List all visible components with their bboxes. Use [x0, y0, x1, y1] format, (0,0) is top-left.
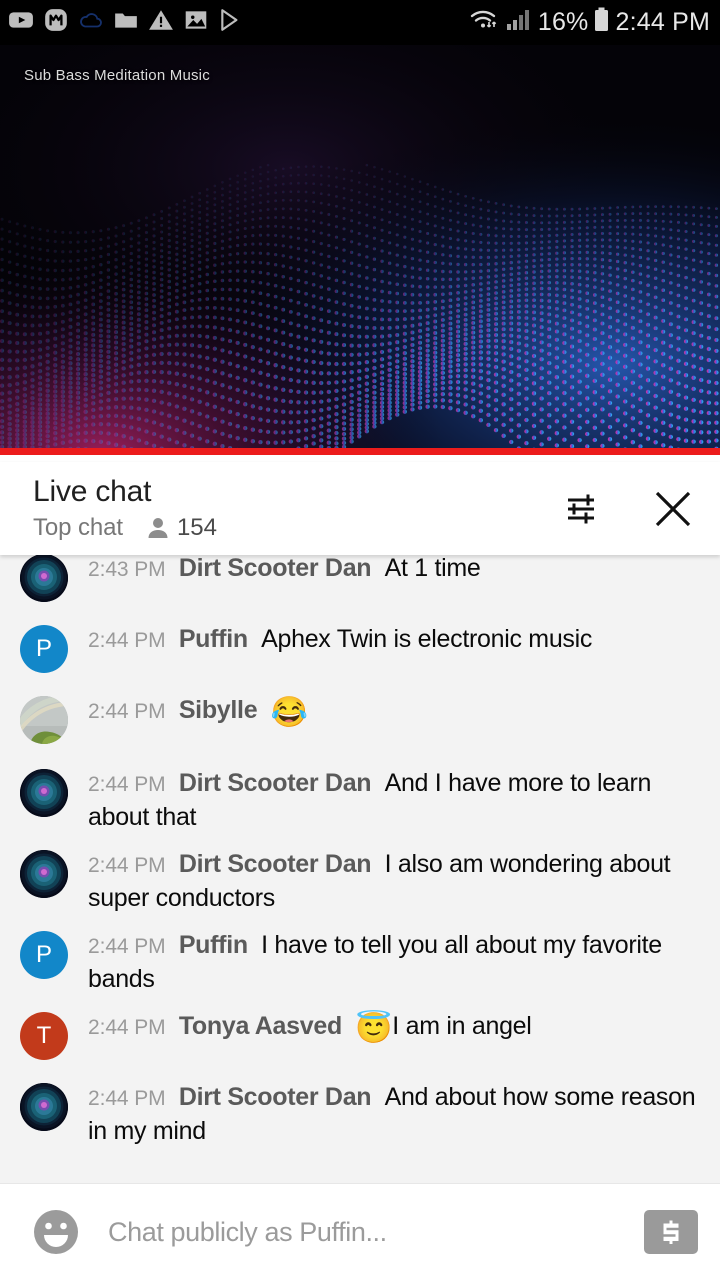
chat-message-body: 2:44 PM Puffin Aphex Twin is electronic …: [88, 622, 702, 657]
chat-settings-icon[interactable]: [560, 486, 606, 532]
avatar-wrap: P: [0, 622, 88, 673]
chat-message-author[interactable]: Dirt Scooter Dan: [179, 769, 372, 797]
chat-message-row[interactable]: 2:43 PM Dirt Scooter Dan At 1 time: [0, 555, 720, 602]
chat-message-text: I am in angel: [392, 1012, 532, 1040]
chat-message-body: 2:44 PM Dirt Scooter Dan I also am wonde…: [88, 847, 702, 914]
warning-icon: [148, 7, 174, 38]
chat-message-author[interactable]: Tonya Aasved: [179, 1012, 342, 1040]
chat-message-row[interactable]: P 2:44 PM Puffin Aphex Twin is electronic…: [0, 622, 720, 673]
video-title: Sub Bass Meditation Music: [24, 67, 210, 84]
avatar[interactable]: [20, 696, 68, 744]
super-chat-dollar-icon[interactable]: [644, 1210, 698, 1254]
page-title: Live chat: [33, 474, 152, 508]
battery-percent-label: 16%: [537, 8, 589, 36]
chat-input-bar: [0, 1183, 720, 1280]
chat-message-row[interactable]: 2:44 PM Dirt Scooter Dan And I have more…: [0, 766, 720, 833]
avatar[interactable]: P: [20, 931, 68, 979]
chat-message-text: At 1 time: [384, 555, 481, 582]
chat-message-timestamp: 2:44 PM: [88, 773, 166, 796]
video-player[interactable]: Sub Bass Meditation Music: [0, 45, 720, 455]
cell-signal-icon: [505, 7, 533, 38]
chat-message-author[interactable]: Dirt Scooter Dan: [179, 850, 372, 878]
chat-message-text: I also am wondering about super conducto…: [88, 850, 671, 912]
chat-message-row[interactable]: 2:44 PM Dirt Scooter Dan And about how s…: [0, 1080, 720, 1147]
chat-message-emoji: 😇: [355, 1012, 393, 1045]
avatar[interactable]: [20, 769, 68, 817]
avatar-wrap: [0, 766, 88, 817]
avatar-wrap: [0, 555, 88, 602]
live-chat-header-actions: [560, 486, 696, 532]
live-chat-subheader: Top chat 154: [33, 514, 217, 542]
chat-message-timestamp: 2:43 PM: [88, 558, 166, 581]
avatar[interactable]: T: [20, 1012, 68, 1060]
avatar[interactable]: [20, 555, 68, 602]
person-icon: [148, 518, 168, 539]
viewer-count: 154: [176, 514, 217, 542]
avatar-wrap: P: [0, 928, 88, 979]
battery-icon: [593, 6, 610, 39]
chat-message-author[interactable]: Sibylle: [179, 696, 258, 724]
chat-message-body: 2:44 PM Sibylle 😂: [88, 693, 702, 728]
chat-message-timestamp: 2:44 PM: [88, 935, 166, 958]
chat-message-row[interactable]: 2:44 PM Sibylle 😂: [0, 693, 720, 744]
emoji-smiley-icon[interactable]: [30, 1206, 82, 1258]
chat-message-author[interactable]: Dirt Scooter Dan: [179, 555, 372, 582]
chat-mode-label[interactable]: Top chat: [33, 514, 123, 542]
video-progress-fill: [0, 448, 720, 455]
photos-icon: [183, 7, 209, 38]
chat-message-timestamp: 2:44 PM: [88, 854, 166, 877]
avatar[interactable]: [20, 1083, 68, 1131]
chat-message-row[interactable]: 2:44 PM Dirt Scooter Dan I also am wonde…: [0, 847, 720, 914]
chat-message-timestamp: 2:44 PM: [88, 1016, 166, 1039]
avatar[interactable]: [20, 850, 68, 898]
avatar-image: [20, 769, 68, 817]
viewer-count-block: 154: [147, 514, 217, 542]
live-chat-header: Live chat Top chat 154: [0, 462, 720, 555]
live-chat-header-text: Live chat Top chat 154: [33, 475, 217, 543]
cloud-icon: [78, 7, 104, 38]
video-progress-bar[interactable]: [0, 448, 720, 455]
chat-message-row[interactable]: T 2:44 PM Tonya Aasved 😇I am in angel: [0, 1009, 720, 1060]
close-icon[interactable]: [650, 486, 696, 532]
status-bar-system-icons: 16% 2:44 PM: [468, 6, 710, 39]
chat-message-timestamp: 2:44 PM: [88, 700, 166, 723]
chat-message-author[interactable]: Puffin: [179, 625, 248, 653]
avatar-wrap: T: [0, 1009, 88, 1060]
chat-message-body: 2:43 PM Dirt Scooter Dan At 1 time: [88, 555, 702, 586]
video-artwork: [0, 45, 720, 455]
avatar-image: [20, 555, 68, 602]
avatar-wrap: [0, 847, 88, 898]
status-bar-notification-icons: [8, 7, 244, 38]
youtube-icon: [8, 7, 34, 38]
chat-message-row[interactable]: P 2:44 PM Puffin I have to tell you all a…: [0, 928, 720, 995]
avatar-wrap: [0, 693, 88, 744]
chat-message-body: 2:44 PM Tonya Aasved 😇I am in angel: [88, 1009, 702, 1044]
monzo-icon: [43, 7, 69, 38]
chat-message-timestamp: 2:44 PM: [88, 1087, 166, 1110]
chat-message-emoji: 😂: [270, 696, 308, 729]
avatar-image: [20, 1083, 68, 1131]
chat-message-body: 2:44 PM Dirt Scooter Dan And about how s…: [88, 1080, 702, 1147]
avatar-image: [20, 696, 68, 744]
chat-message-timestamp: 2:44 PM: [88, 629, 166, 652]
chat-message-author[interactable]: Puffin: [179, 931, 248, 959]
play-store-icon: [218, 7, 244, 38]
status-bar: 16% 2:44 PM: [0, 0, 720, 45]
avatar-wrap: [0, 1080, 88, 1131]
avatar-image: [20, 850, 68, 898]
status-bar-clock: 2:44 PM: [615, 8, 710, 36]
wifi-icon: [468, 6, 500, 39]
avatar[interactable]: P: [20, 625, 68, 673]
chat-message-author[interactable]: Dirt Scooter Dan: [179, 1083, 372, 1111]
folder-icon: [113, 7, 139, 38]
live-chat-message-list[interactable]: 2:43 PM Dirt Scooter Dan At 1 time P 2:44 …: [0, 555, 720, 1183]
chat-input[interactable]: [108, 1216, 626, 1248]
chat-message-body: 2:44 PM Puffin I have to tell you all ab…: [88, 928, 702, 995]
chat-message-text: I have to tell you all about my favorite…: [88, 931, 662, 993]
chat-message-body: 2:44 PM Dirt Scooter Dan And I have more…: [88, 766, 702, 833]
chat-message-text: Aphex Twin is electronic music: [261, 625, 593, 653]
